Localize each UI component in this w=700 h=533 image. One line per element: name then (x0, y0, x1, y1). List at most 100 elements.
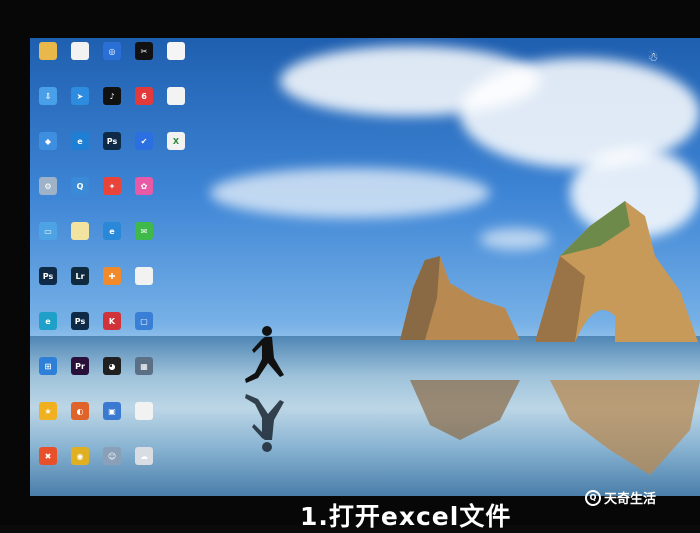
desktop-shortcut[interactable]: ◕ (97, 357, 127, 401)
pdf-icon (167, 87, 185, 105)
watermark-text: 天奇生活 (604, 492, 657, 507)
globe-app-icon: ◎ (103, 42, 121, 60)
desktop-shortcut[interactable]: ★ (33, 402, 63, 446)
premiere-icon: Pr (71, 357, 89, 375)
document-green-icon (135, 267, 153, 285)
chrome-icon: ◉ (71, 447, 89, 465)
powerpoint-app-icon: ◐ (71, 402, 89, 420)
arched-sea-stack (535, 201, 698, 342)
edge-icon: e (39, 312, 57, 330)
windows-app-icon: ⊞ (39, 357, 57, 375)
cloud-app-icon: ☁ (135, 447, 153, 465)
desktop-screen: ☃ ◎ ✂ ⇩ ➤ ♪ 6 ◆ e Ps ✔ X ⚙ Q ✦ ✿ ▭ e ✉ Ps Lr ✚ e Ps K ▢ ⊞ Pr ◕ ▦ ★ ◐ ▣ ✖… (30, 38, 700, 496)
desktop-shortcut[interactable]: ➤ (65, 87, 95, 131)
desktop-shortcut[interactable]: Ps (65, 312, 95, 356)
desktop-shortcut[interactable]: ✦ (97, 177, 127, 221)
notes-icon (71, 222, 89, 240)
desktop-shortcut[interactable]: ▢ (129, 312, 159, 356)
monitor-icon: ▭ (39, 222, 57, 240)
send-app-icon: ➤ (71, 87, 89, 105)
user-icon[interactable]: ☃ (646, 50, 660, 64)
excel-file-icon: X (167, 132, 185, 150)
desktop-shortcut[interactable]: Lr (65, 267, 95, 311)
desktop-shortcut[interactable]: K (97, 312, 127, 356)
desktop-shortcut[interactable]: ◎ (97, 42, 127, 86)
people-icon: ☺ (103, 447, 121, 465)
qq-photo-icon: ✚ (103, 267, 121, 285)
desktop-shortcut[interactable]: ◐ (65, 402, 95, 446)
desktop-shortcut[interactable]: ✚ (97, 267, 127, 311)
wechat-icon: ✉ (135, 222, 153, 240)
spreadsheet-icon (135, 402, 153, 420)
kingsoft-icon: K (103, 312, 121, 330)
cloud (210, 168, 490, 218)
rock-reflection (410, 380, 700, 475)
netease-icon: 6 (135, 87, 153, 105)
cloud-download-icon: ⇩ (39, 87, 57, 105)
desktop-shortcut[interactable]: 6 (129, 87, 159, 131)
photoshop-icon: Ps (103, 132, 121, 150)
desktop-shortcut[interactable] (161, 42, 191, 86)
desktop-shortcut[interactable]: ▦ (129, 357, 159, 401)
desktop-icon-grid: ◎ ✂ ⇩ ➤ ♪ 6 ◆ e Ps ✔ X ⚙ Q ✦ ✿ ▭ e ✉ Ps Lr ✚ e Ps K ▢ ⊞ Pr ◕ ▦ ★ ◐ ▣ ✖ ◉ ☺… (30, 38, 185, 496)
desktop-shortcut[interactable] (129, 267, 159, 311)
desktop-shortcut[interactable]: ▭ (33, 222, 63, 266)
small-sea-stack (400, 256, 520, 340)
desktop-shortcut[interactable]: ◉ (65, 447, 95, 491)
desktop-shortcut[interactable]: ☁ (129, 447, 159, 491)
monitor-frame: ☃ ◎ ✂ ⇩ ➤ ♪ 6 ◆ e Ps ✔ X ⚙ Q ✦ ✿ ▭ e ✉ Ps Lr ✚ e Ps K ▢ ⊞ Pr ◕ ▦ ★ ◐ ▣ ✖… (0, 0, 700, 531)
desktop-shortcut[interactable] (129, 402, 159, 446)
desktop-shortcut[interactable]: Ps (33, 267, 63, 311)
desktop-shortcut[interactable]: e (65, 132, 95, 176)
desktop-shortcut[interactable]: Q (65, 177, 95, 221)
qq-icon: ◕ (103, 357, 121, 375)
desktop-shortcut[interactable]: ⊞ (33, 357, 63, 401)
app-store-icon: ✦ (103, 177, 121, 195)
phone-app-icon: ▢ (135, 312, 153, 330)
desktop-shortcut[interactable] (65, 42, 95, 86)
desktop-shortcut[interactable]: ▣ (97, 402, 127, 446)
capcut-icon: ✂ (135, 42, 153, 60)
desktop-shortcut[interactable]: ⚙ (33, 177, 63, 221)
tutorial-caption: 1.打开excel文件 (300, 502, 512, 531)
desktop-shortcut[interactable]: ✂ (129, 42, 159, 86)
desktop-shortcut[interactable]: Pr (65, 357, 95, 401)
tiktok-icon: ♪ (103, 87, 121, 105)
pinwheel-icon: ✿ (135, 177, 153, 195)
desktop-shortcut[interactable]: Ps (97, 132, 127, 176)
desktop-shortcut[interactable] (161, 87, 191, 131)
desktop-shortcut[interactable]: e (97, 222, 127, 266)
desktop-shortcut[interactable]: X (161, 132, 191, 176)
edge-legacy-icon: e (71, 132, 89, 150)
desktop-shortcut[interactable] (33, 42, 63, 86)
network-app-icon: ▦ (135, 357, 153, 375)
star-app-icon: ★ (39, 402, 57, 420)
search-app-icon: Q (71, 177, 89, 195)
desktop-shortcut[interactable]: ♪ (97, 87, 127, 131)
desktop-shortcut[interactable]: ◆ (33, 132, 63, 176)
network-icon: ◆ (39, 132, 57, 150)
watermark: Q 天奇生活 (585, 488, 656, 507)
lightroom-icon: Lr (71, 267, 89, 285)
desktop-shortcut[interactable]: ✉ (129, 222, 159, 266)
desktop-shortcut[interactable]: ⇩ (33, 87, 63, 131)
desktop-shortcut[interactable]: ☺ (97, 447, 127, 491)
toolbox-icon: ✖ (39, 447, 57, 465)
tianqi-logo-icon: Q (585, 489, 601, 506)
desktop-shortcut[interactable]: e (33, 312, 63, 356)
desktop-shortcut[interactable]: ✖ (33, 447, 63, 491)
settings-app-icon: ⚙ (39, 177, 57, 195)
desktop-shortcut[interactable] (65, 222, 95, 266)
desktop-shortcut[interactable]: ✿ (129, 177, 159, 221)
desktop-shortcut[interactable]: ✔ (129, 132, 159, 176)
photoshop-icon: Ps (71, 312, 89, 330)
runner-silhouette (245, 326, 284, 383)
document-icon (71, 42, 89, 60)
folder-icon (39, 42, 57, 60)
file-icon (167, 42, 185, 60)
cloud (460, 58, 700, 168)
ie-icon: e (103, 222, 121, 240)
security-shield-icon: ✔ (135, 132, 153, 150)
photoshop-icon: Ps (39, 267, 57, 285)
window-app-icon: ▣ (103, 402, 121, 420)
